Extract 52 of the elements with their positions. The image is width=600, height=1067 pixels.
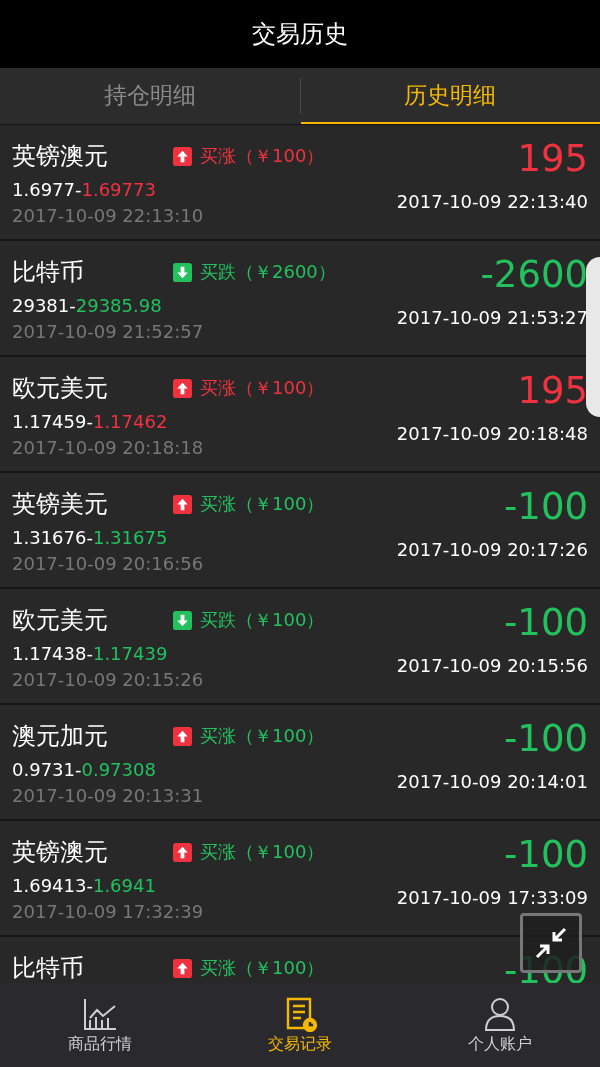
nav-tab[interactable]: 商品行情: [0, 983, 200, 1067]
person-icon: [482, 995, 518, 1032]
nav-tab[interactable]: 个人账户: [400, 983, 600, 1067]
trade-label: 买涨（￥100）: [200, 840, 325, 864]
open-time: 2017-10-09 20:16:56: [12, 553, 205, 574]
profit-amount: 195: [517, 139, 588, 179]
price-range: 1.6977-1.69773: [12, 179, 157, 200]
product-name: 比特币: [12, 953, 85, 983]
trade-label: 买跌（￥2600）: [200, 260, 336, 284]
nav-tab[interactable]: 交易记录: [200, 983, 400, 1067]
profit-amount: -100: [504, 603, 588, 643]
close-time: 2017-10-09 22:13:40: [396, 191, 588, 212]
trade-label: 买涨（￥100）: [200, 492, 325, 516]
side-handle[interactable]: [586, 257, 600, 417]
profit-amount: -2600: [480, 255, 588, 295]
close-time: 2017-10-09 20:17:26: [396, 539, 588, 560]
trade-label: 买涨（￥100）: [200, 376, 325, 400]
price-range: 1.17459-1.17462: [12, 411, 169, 432]
product-name: 比特币: [12, 257, 85, 288]
close-time: 2017-10-09 21:53:27: [396, 307, 588, 328]
profit-amount: -100: [504, 487, 588, 527]
trade-label: 买跌（￥100）: [200, 608, 325, 632]
open-time: 2017-10-09 17:32:39: [12, 901, 205, 922]
close-time: 2017-10-09 20:14:01: [396, 771, 588, 792]
price-range: 1.31676-1.31675: [12, 527, 169, 548]
tab[interactable]: 历史明细: [300, 68, 600, 124]
tab[interactable]: 持仓明细: [0, 68, 300, 124]
profit-amount: -100: [504, 719, 588, 759]
open-time: 2017-10-09 21:52:57: [12, 321, 205, 342]
trade-label: 买涨（￥100）: [200, 724, 325, 748]
product-name: 欧元美元: [12, 605, 109, 636]
product-name: 英镑澳元: [12, 141, 109, 172]
close-time: 2017-10-09 17:33:09: [396, 887, 588, 908]
trade-label: 买涨（￥100）: [200, 144, 325, 168]
profit-amount: -100: [504, 835, 588, 875]
open-time: 2017-10-09 20:13:31: [12, 785, 205, 806]
price-range: 1.69413-1.6941: [12, 875, 157, 896]
close-time: 2017-10-09 20:18:48: [396, 423, 588, 444]
price-range: 1.17438-1.17439: [12, 643, 169, 664]
price-range: 0.9731-0.97308: [12, 759, 157, 780]
open-time: 2017-10-09 20:15:26: [12, 669, 205, 690]
close-time: 2017-10-09 20:15:56: [396, 655, 588, 676]
product-name: 英镑澳元: [12, 837, 109, 868]
open-time: 2017-10-09 20:18:18: [12, 437, 205, 458]
trade-label: 买涨（￥100）: [200, 956, 325, 980]
open-time: 2017-10-09 22:13:10: [12, 205, 205, 226]
product-name: 英镑美元: [12, 489, 109, 520]
product-name: 欧元美元: [12, 373, 109, 404]
product-name: 澳元加元: [12, 721, 109, 752]
page-title: 交易历史: [252, 19, 348, 50]
price-range: 29381-29385.98: [12, 295, 163, 316]
profit-amount: 195: [517, 371, 588, 411]
